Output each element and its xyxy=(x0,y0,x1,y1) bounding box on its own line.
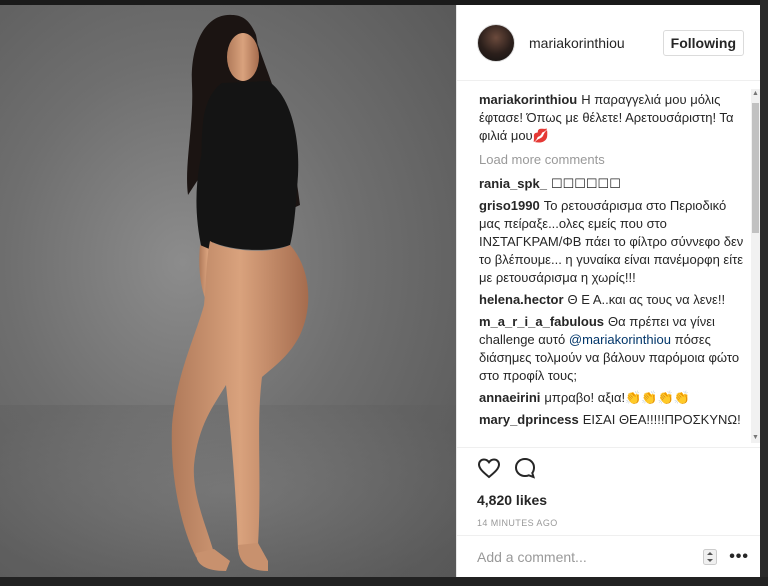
comment-author[interactable]: rania_spk_ xyxy=(479,176,547,191)
comment-text: ☐☐☐☐☐☐ xyxy=(550,176,621,191)
comments-list[interactable]: mariakorinthiou Η παραγγελιά μου μόλις έφ… xyxy=(479,91,749,441)
post-actions: 4,820 likes 14 MINUTES AGO xyxy=(457,447,761,528)
following-button[interactable]: Following xyxy=(662,29,744,56)
mention-link[interactable]: @mariakorinthiou xyxy=(569,332,671,347)
heart-icon[interactable] xyxy=(477,456,501,480)
comment-icon[interactable] xyxy=(513,456,537,480)
post-caption: mariakorinthiou Η παραγγελιά μου μόλις έφ… xyxy=(479,91,749,145)
post-timestamp: 14 MINUTES AGO xyxy=(477,518,558,528)
post-username[interactable]: mariakorinthiou xyxy=(529,35,663,51)
comment-author[interactable]: helena.hector xyxy=(479,292,564,307)
comments-scrollbar[interactable]: ▲ ▼ xyxy=(751,89,760,443)
list-item: mary_dprincess ΕΙΣΑΙ ΘΕΑ!!!!!ΠΡΟΣΚΥΝΩ! xyxy=(479,411,749,429)
post-sidebar: mariakorinthiou Following mariakorinthio… xyxy=(456,5,761,577)
more-icon[interactable]: ••• xyxy=(729,548,749,566)
list-item: annaeirini μπραβο! αξια!👏👏👏👏 xyxy=(479,389,749,407)
post-header: mariakorinthiou Following xyxy=(457,5,760,81)
comment-author[interactable]: m_a_r_i_a_fabulous xyxy=(479,314,604,329)
instagram-post-view: mariakorinthiou Following mariakorinthio… xyxy=(0,0,768,586)
caption-author[interactable]: mariakorinthiou xyxy=(479,92,577,107)
comment-author[interactable]: annaeirini xyxy=(479,390,540,405)
list-item: griso1990 Το ρετουσάρισμα στο Περιοδικό μ… xyxy=(479,197,749,287)
list-item: helena.hector Θ Ε Α..και ας τους να λενε!… xyxy=(479,291,749,309)
comment-author[interactable]: mary_dprincess xyxy=(479,412,579,427)
scroll-thumb[interactable] xyxy=(752,103,759,233)
load-more-comments-link[interactable]: Load more comments xyxy=(479,151,749,169)
scroll-down-icon[interactable]: ▼ xyxy=(751,433,760,443)
comment-text: Θ Ε Α..και ας τους να λενε!! xyxy=(567,292,726,307)
list-item: rania_spk_ ☐☐☐☐☐☐ xyxy=(479,175,749,193)
window-edge xyxy=(760,0,768,586)
stepper-icon[interactable] xyxy=(703,548,718,565)
photo-illustration xyxy=(0,14,456,577)
scroll-up-icon[interactable]: ▲ xyxy=(751,89,760,99)
comment-text: μπραβο! αξια!👏👏👏👏 xyxy=(544,390,690,405)
comment-author[interactable]: griso1990 xyxy=(479,198,540,213)
avatar[interactable] xyxy=(477,23,515,62)
likes-count[interactable]: 4,820 likes xyxy=(477,492,741,508)
post-photo[interactable] xyxy=(0,5,456,577)
add-comment-input[interactable] xyxy=(477,548,704,565)
add-comment-bar: ••• xyxy=(457,535,761,577)
list-item: m_a_r_i_a_fabulous Θα πρέπει να γίνει cha… xyxy=(479,313,749,385)
window-bottom-edge xyxy=(0,577,768,586)
action-icons xyxy=(477,456,741,482)
comment-text: ΕΙΣΑΙ ΘΕΑ!!!!!ΠΡΟΣΚΥΝΩ! xyxy=(582,412,741,427)
